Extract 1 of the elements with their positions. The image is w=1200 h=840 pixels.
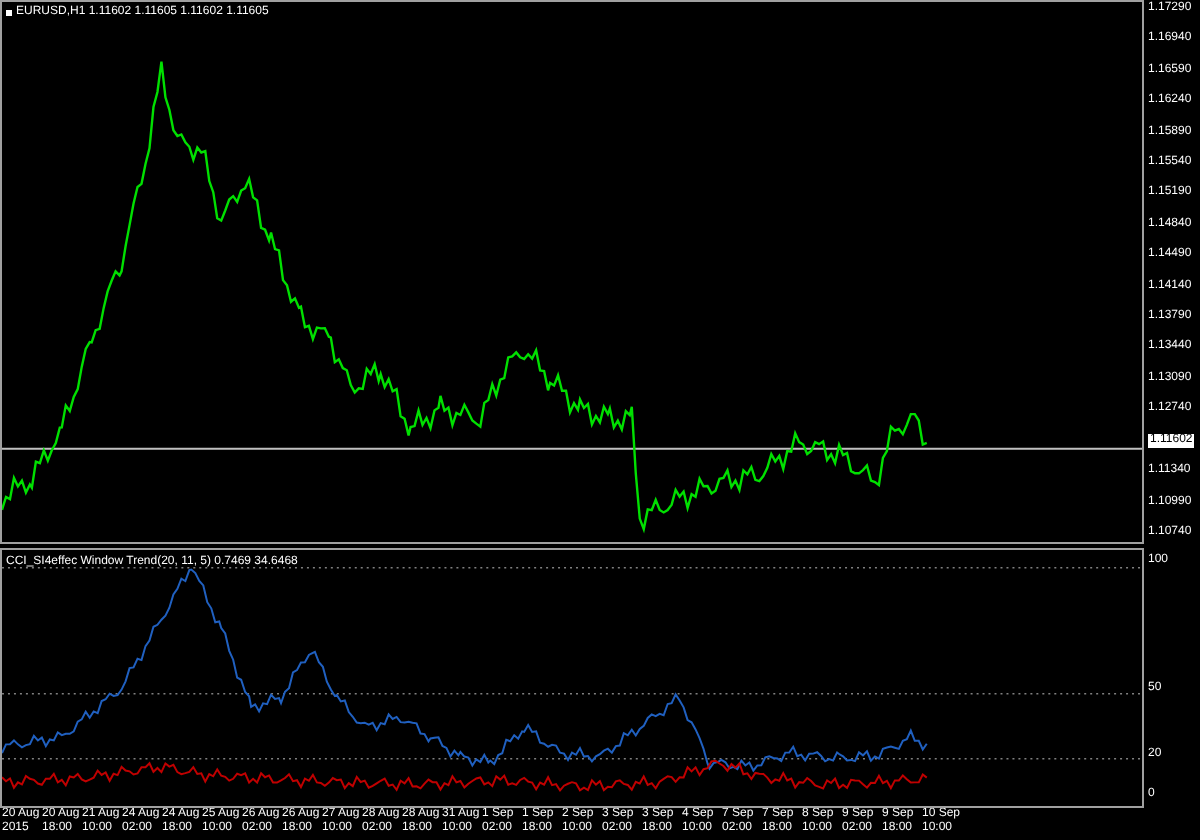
chart-marker-icon [6,9,12,15]
